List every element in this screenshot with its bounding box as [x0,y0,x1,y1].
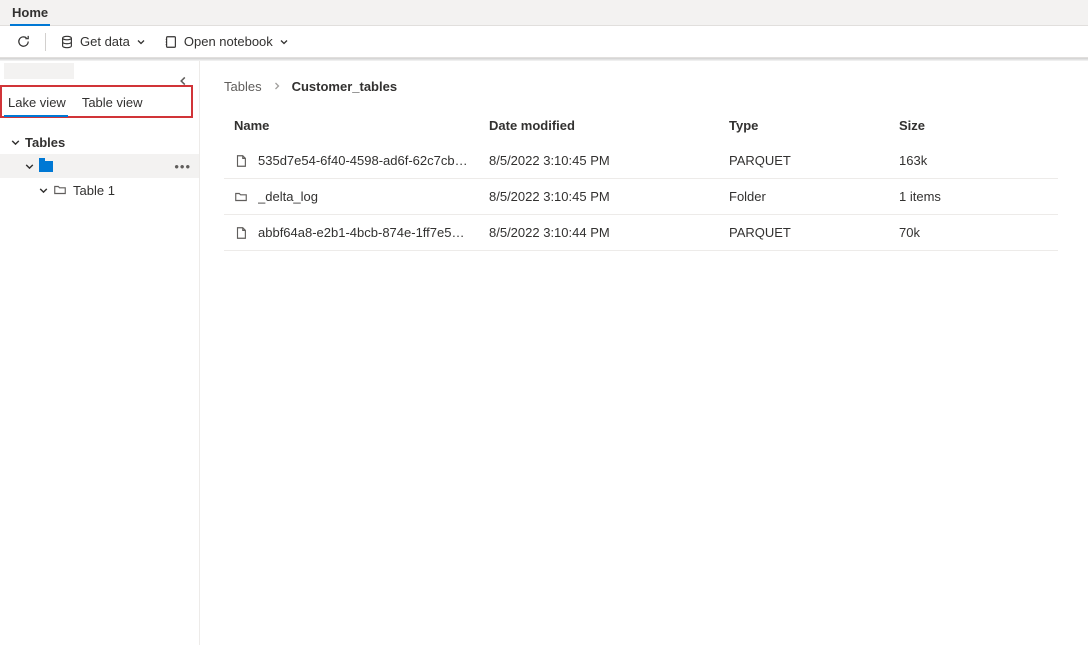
cell-date: 8/5/2022 3:10:44 PM [489,225,729,240]
cell-date: 8/5/2022 3:10:45 PM [489,153,729,168]
tree-node-label: Table 1 [73,183,115,198]
main-area: Lake view Table view Tables ••• Table 1 [0,61,1088,645]
chevron-down-icon [279,37,289,47]
chevron-right-icon [272,79,282,94]
cell-size: 163k [899,153,1048,168]
chevron-down-icon [136,37,146,47]
view-tabs-highlight-box: Lake view Table view [0,85,193,118]
open-notebook-label: Open notebook [184,34,273,49]
notebook-icon [164,35,178,49]
sidebar-top [0,61,199,81]
cell-type: PARQUET [729,153,899,168]
cell-type: Folder [729,189,899,204]
breadcrumb-root[interactable]: Tables [224,79,262,94]
get-data-button[interactable]: Get data [54,30,152,53]
cell-size: 70k [899,225,1048,240]
file-icon [234,154,248,168]
col-header-type[interactable]: Type [729,118,899,133]
col-header-name[interactable]: Name [234,118,489,133]
database-icon [60,35,74,49]
file-icon [234,226,248,240]
folder-icon [39,161,53,172]
col-header-size[interactable]: Size [899,118,1048,133]
toolbar-separator [45,33,46,51]
refresh-button[interactable] [10,30,37,53]
table-header: Name Date modified Type Size [224,112,1058,143]
table-row[interactable]: _delta_log 8/5/2022 3:10:45 PM Folder 1 … [224,179,1058,215]
breadcrumb: Tables Customer_tables [224,79,1058,94]
refresh-icon [16,34,31,49]
cell-size: 1 items [899,189,1048,204]
tab-home[interactable]: Home [10,1,50,26]
tree-node-tables[interactable]: Tables [0,130,199,154]
chevron-down-icon [10,137,21,148]
tree-node-label: Tables [25,135,65,150]
open-notebook-button[interactable]: Open notebook [158,30,295,53]
cell-name: 535d7e54-6f40-4598-ad6f-62c7cbf1... [258,153,468,168]
folder-icon [53,183,67,197]
cell-type: PARQUET [729,225,899,240]
redacted-label [4,63,74,79]
explorer-tree: Tables ••• Table 1 [0,126,199,202]
table-row[interactable]: abbf64a8-e2b1-4bcb-874e-1ff7e524... 8/5/… [224,215,1058,251]
file-table: Name Date modified Type Size 535d7e54-6f… [224,112,1058,251]
content-area: Tables Customer_tables Name Date modifie… [200,61,1088,645]
tree-node-folder-selected[interactable]: ••• [0,154,199,178]
cell-name: abbf64a8-e2b1-4bcb-874e-1ff7e524... [258,225,468,240]
chevron-down-icon [38,185,49,196]
cell-name: _delta_log [258,189,318,204]
tab-lake-view[interactable]: Lake view [2,89,76,116]
cell-date: 8/5/2022 3:10:45 PM [489,189,729,204]
sidebar: Lake view Table view Tables ••• Table 1 [0,61,200,645]
tab-table-view[interactable]: Table view [76,89,153,116]
ribbon-tabs: Home [0,0,1088,26]
chevron-down-icon [24,161,35,172]
more-button[interactable]: ••• [174,159,191,174]
breadcrumb-current: Customer_tables [292,79,397,94]
tree-node-table-1[interactable]: Table 1 [0,178,199,202]
col-header-date[interactable]: Date modified [489,118,729,133]
folder-icon [234,190,248,204]
collapse-sidebar-button[interactable] [177,75,189,90]
toolbar: Get data Open notebook [0,26,1088,58]
get-data-label: Get data [80,34,130,49]
table-row[interactable]: 535d7e54-6f40-4598-ad6f-62c7cbf1... 8/5/… [224,143,1058,179]
chevron-left-icon [177,75,189,87]
